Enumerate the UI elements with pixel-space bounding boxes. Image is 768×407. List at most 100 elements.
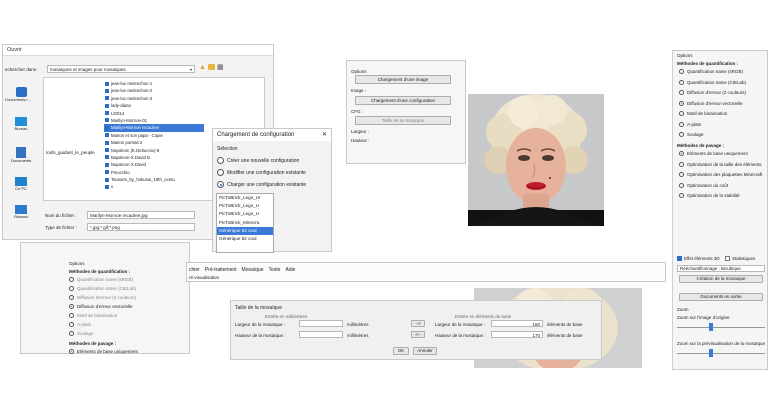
file-list-item[interactable]: Napoleon-X.David xyxy=(104,161,204,168)
file-list-item[interactable]: v xyxy=(104,183,204,190)
convert-to-elements-button[interactable]: --> xyxy=(411,320,425,327)
paving-method-label: Optimisation de la taille des éléments xyxy=(687,161,762,167)
file-list-item[interactable]: lady-diana xyxy=(104,102,204,109)
width-mm-input[interactable] xyxy=(299,320,343,327)
file-name: Pinocchio xyxy=(111,169,130,175)
config-dialog-title: Chargement de configuration xyxy=(217,132,295,138)
create-mosaic-button[interactable]: Création de la mosaïque xyxy=(679,275,763,283)
place-this-pc[interactable]: Ce PC xyxy=(11,177,31,191)
portrait-svg xyxy=(468,94,604,226)
mini-quant-radio[interactable] xyxy=(69,277,74,282)
file-list-item[interactable]: jean-luc-melenchon-2 xyxy=(104,87,204,94)
height-el-input[interactable]: 170 xyxy=(491,331,543,338)
quant-method-radio[interactable] xyxy=(679,69,684,74)
folder-up-icon[interactable]: ▲ xyxy=(199,64,206,71)
menu-item[interactable]: Aide xyxy=(285,267,295,273)
mini-quant-radio[interactable] xyxy=(69,322,74,327)
file-list-item[interactable]: Marion portrait 2 xyxy=(104,139,204,146)
computer-icon xyxy=(15,177,27,186)
output-docs-button[interactable]: Documents en sortie xyxy=(679,293,763,301)
menu-item[interactable]: Mosaïque xyxy=(242,267,264,273)
config-option-radio[interactable] xyxy=(217,157,224,164)
config-option-radio[interactable] xyxy=(217,169,224,176)
config-list-item[interactable]: PicToBrick_Lego_U xyxy=(217,210,273,218)
quant-method-radio[interactable] xyxy=(679,90,684,95)
place-label: Bureau xyxy=(14,126,28,131)
quant-method-radio[interactable] xyxy=(679,100,684,106)
image-file-icon xyxy=(105,118,109,123)
zoom-preview-slider-thumb[interactable] xyxy=(709,349,713,357)
mini-quant-radio[interactable] xyxy=(69,304,74,309)
quant-method-radio[interactable] xyxy=(679,111,684,116)
file-list-item[interactable]: Marion et son papa - Copie xyxy=(104,132,204,139)
file-list-item[interactable]: LDD14 xyxy=(104,110,204,117)
config-list-item[interactable]: Générique 52 coul xyxy=(217,226,273,235)
mosaic-size-button[interactable]: Taille de la mosaïque xyxy=(355,116,451,125)
view-menu-icon[interactable]: ▦ xyxy=(217,63,224,71)
file-list-item[interactable]: Marilyn-Monroe-01 xyxy=(104,117,204,124)
load-config-button[interactable]: Chargement d'une configuration xyxy=(355,96,451,105)
place-recent[interactable]: Documents r... xyxy=(5,87,31,102)
convert-to-mm-button[interactable]: <-- xyxy=(411,331,425,338)
paving-method-radio[interactable] xyxy=(679,151,684,156)
image-file-icon xyxy=(105,96,109,101)
height-mm-unit: millimètres xyxy=(347,333,369,338)
menu-item[interactable]: Texte xyxy=(269,267,281,273)
file-list-item[interactable]: Pinocchio xyxy=(104,169,204,176)
load-image-button[interactable]: Chargement d'une image xyxy=(355,75,451,84)
menu-item[interactable]: chier xyxy=(189,267,200,273)
config-list-item[interactable]: PicToBrick_Minecra xyxy=(217,219,273,227)
file-list-item[interactable]: jean-luc-melenchon-3 xyxy=(104,95,204,102)
place-documents[interactable]: Documents xyxy=(11,147,31,163)
place-desktop[interactable]: Bureau xyxy=(11,117,31,131)
right-panel-title: Options xyxy=(677,53,693,58)
cancel-button[interactable]: Annuler xyxy=(413,347,437,355)
new-folder-icon[interactable] xyxy=(208,64,215,70)
quant-method-label: Diffusion d'erreur (2 couleurs) xyxy=(687,90,747,95)
place-network[interactable]: Réseau xyxy=(11,205,31,219)
paving-method-radio[interactable] xyxy=(679,161,684,167)
mini-paving-radio[interactable] xyxy=(69,349,74,354)
paving-header: Méthodes de pavage : xyxy=(677,143,725,148)
extra-file-label[interactable]: toshi_guidant_le_peuple xyxy=(46,150,95,155)
ok-button[interactable]: OK xyxy=(393,347,409,355)
quant-method-label: A-plats xyxy=(687,121,702,127)
config-list-item[interactable]: PicToBrick_Lego_Ur xyxy=(217,194,273,202)
place-label: Réseau xyxy=(14,214,28,219)
quant-method-radio[interactable] xyxy=(679,79,684,85)
filetype-select[interactable]: *.jpg;*.gif;*.png xyxy=(87,223,195,231)
mini-quant-label: Motif de binarisation xyxy=(77,313,118,318)
quant-method-radio[interactable] xyxy=(679,132,684,137)
places-sidebar: Documents r... Bureau Documents Ce PC Ré… xyxy=(3,77,41,227)
file-list-item[interactable]: Napoleon (E.Delacroix)-8 xyxy=(104,147,204,154)
quant-method-radio[interactable] xyxy=(679,121,684,127)
chevron-down-icon: ▾ xyxy=(189,67,192,72)
mini-quant-radio[interactable] xyxy=(69,286,74,291)
mini-quant-radio[interactable] xyxy=(69,295,74,300)
paving-method-radio[interactable] xyxy=(679,172,684,177)
config-option-label: Créer une nouvelle configuration xyxy=(227,158,300,164)
config-list-item[interactable]: PicToBrick_Lego_U xyxy=(217,202,273,210)
width-el-input[interactable]: 160 xyxy=(491,320,543,327)
mini-quant-radio[interactable] xyxy=(69,313,74,318)
image-file-icon xyxy=(105,140,109,145)
mini-quant-radio[interactable] xyxy=(69,331,74,336)
folder-select[interactable]: mosaiques et images pour mosaiques ▾ xyxy=(47,65,195,73)
config-option-radio[interactable] xyxy=(217,181,224,188)
zoom-original-slider-thumb[interactable] xyxy=(709,323,713,331)
file-list-item[interactable]: Tsunami_by_hokusai_19th_centu xyxy=(104,176,204,183)
file-list-item[interactable]: jean-luc-melenchon-1 xyxy=(104,80,204,87)
config-list-item[interactable]: Générique 52 coul xyxy=(217,235,273,243)
effect-3d-checkbox[interactable] xyxy=(677,256,682,261)
interpolation-select[interactable]: Rééchantillonnage : Bicubique xyxy=(677,265,765,272)
mini-quant-label: Diffusion d'erreur vectorielle xyxy=(77,304,133,309)
paving-method-radio[interactable] xyxy=(679,182,684,188)
close-icon[interactable]: ✕ xyxy=(322,129,327,141)
file-list-item[interactable]: Marilyn-Monroe recadree xyxy=(104,124,204,132)
menu-item[interactable]: Pré-traitement xyxy=(205,267,237,273)
paving-method-radio[interactable] xyxy=(679,193,684,198)
file-list-item[interactable]: Napoleon-X.David B xyxy=(104,154,204,161)
filename-input[interactable]: Marilyn-Monroe recadree.jpg xyxy=(87,211,195,219)
height-mm-input[interactable] xyxy=(299,331,343,338)
statistics-checkbox[interactable] xyxy=(725,256,730,261)
